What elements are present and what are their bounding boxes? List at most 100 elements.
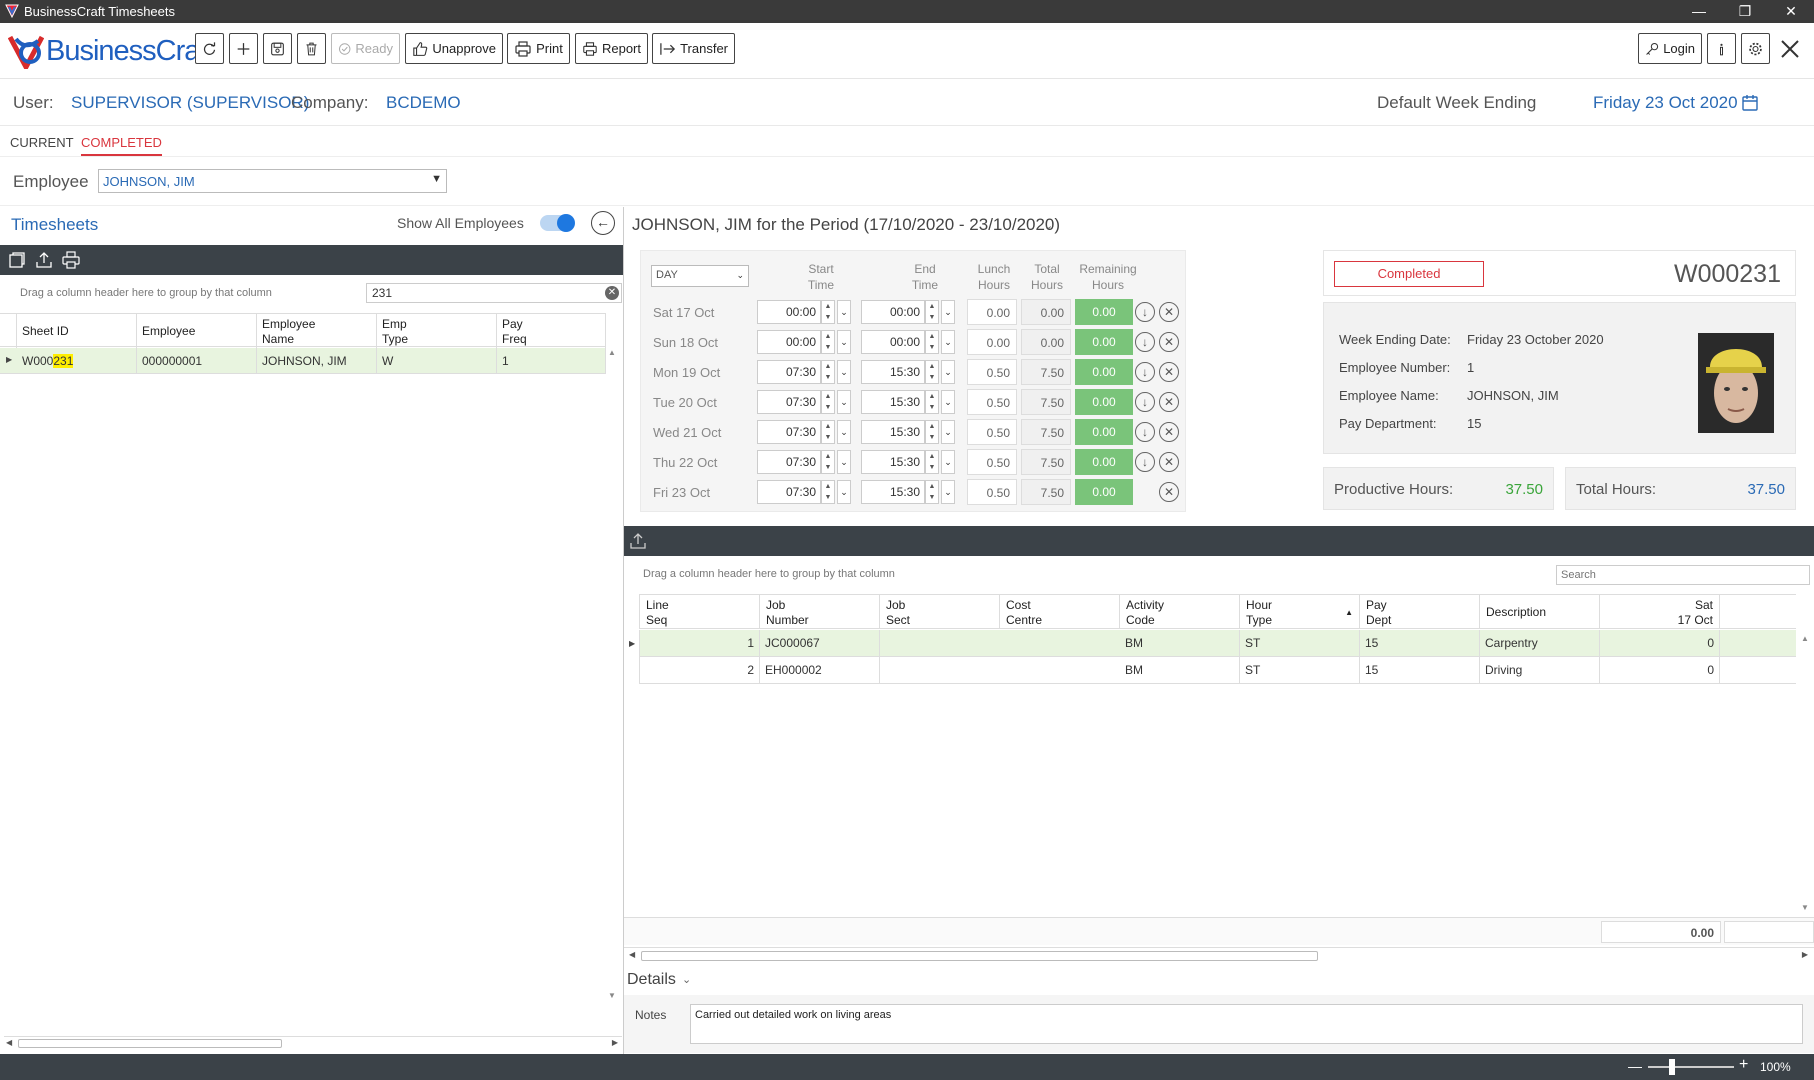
end-time-spinner[interactable]: ▲ ▼	[925, 480, 939, 504]
refresh-button[interactable]	[195, 33, 224, 64]
details-chevron-icon[interactable]: ⌄	[682, 973, 691, 986]
restore-icon[interactable]: ❐	[1722, 0, 1768, 23]
end-time-dropdown[interactable]: ⌄	[941, 300, 955, 324]
start-time-input[interactable]: 07:30	[757, 420, 821, 444]
col-job-number[interactable]: Job Number	[760, 595, 880, 629]
report-button[interactable]: Report	[575, 33, 648, 64]
show-all-employees-toggle[interactable]	[540, 214, 575, 232]
end-time-input[interactable]: 15:30	[861, 420, 925, 444]
col-job-sect[interactable]: Job Sect	[880, 595, 1000, 629]
copy-down-icon[interactable]: ↓	[1135, 362, 1155, 382]
start-time-dropdown[interactable]: ⌄	[837, 420, 851, 444]
lines-search-input[interactable]	[1556, 565, 1810, 585]
start-time-dropdown[interactable]: ⌄	[837, 300, 851, 324]
col-sat-17-oct[interactable]: Sat 17 Oct	[1600, 595, 1720, 629]
end-time-input[interactable]: 15:30	[861, 480, 925, 504]
col-sheet-id[interactable]: Sheet ID	[17, 314, 137, 348]
col-description[interactable]: Description	[1480, 595, 1600, 629]
end-time-dropdown[interactable]: ⌄	[941, 450, 955, 474]
horizontal-scrollbar[interactable]: ◀ ▶	[4, 1036, 622, 1050]
week-ending-value[interactable]: Friday 23 Oct 2020	[1593, 93, 1738, 113]
start-time-input[interactable]: 00:00	[757, 330, 821, 354]
lunch-hours-value[interactable]: 0.50	[967, 449, 1017, 475]
clear-day-icon[interactable]: ✕	[1159, 452, 1179, 472]
end-time-spinner[interactable]: ▲ ▼	[925, 390, 939, 414]
start-time-dropdown[interactable]: ⌄	[837, 360, 851, 384]
end-time-spinner[interactable]: ▲ ▼	[925, 420, 939, 444]
lines-horizontal-scrollbar[interactable]: ◀ ▶	[624, 947, 1814, 963]
zoom-in-icon[interactable]: +	[1739, 1056, 1748, 1074]
details-title[interactable]: Details	[627, 971, 676, 989]
collapse-panel-button[interactable]: ←	[591, 211, 615, 235]
tab-completed[interactable]: COMPLETED	[81, 135, 162, 156]
close-app-button[interactable]	[1778, 37, 1806, 63]
copy-down-icon[interactable]: ↓	[1135, 422, 1155, 442]
clear-day-icon[interactable]: ✕	[1159, 302, 1179, 322]
col-pay-dept[interactable]: Pay Dept	[1360, 595, 1480, 629]
start-time-spinner[interactable]: ▲ ▼	[821, 480, 835, 504]
print-button[interactable]: Print	[507, 33, 570, 64]
employee-select[interactable]: JOHNSON, JIM ▼	[98, 169, 447, 193]
table-row[interactable]: 1 JC000067 BM ST 15 Carpentry 0	[639, 630, 1796, 657]
close-window-icon[interactable]: ✕	[1768, 0, 1814, 23]
zoom-slider[interactable]	[1648, 1066, 1734, 1068]
copy-down-icon[interactable]: ↓	[1135, 302, 1155, 322]
calendar-icon[interactable]	[1741, 94, 1759, 112]
end-time-input[interactable]: 15:30	[861, 390, 925, 414]
end-time-input[interactable]: 00:00	[861, 330, 925, 354]
start-time-dropdown[interactable]: ⌄	[837, 330, 851, 354]
info-button[interactable]	[1707, 33, 1736, 64]
end-time-spinner[interactable]: ▲ ▼	[925, 330, 939, 354]
unapprove-button[interactable]: Unapprove	[405, 33, 503, 64]
save-button[interactable]	[263, 33, 292, 64]
end-time-input[interactable]: 00:00	[861, 300, 925, 324]
end-time-spinner[interactable]: ▲ ▼	[925, 450, 939, 474]
grid-print-icon[interactable]	[61, 250, 81, 270]
transfer-button[interactable]: Transfer	[652, 33, 735, 64]
start-time-spinner[interactable]: ▲ ▼	[821, 450, 835, 474]
col-employee-name[interactable]: Employee Name	[257, 314, 377, 348]
start-time-input[interactable]: 00:00	[757, 300, 821, 324]
start-time-dropdown[interactable]: ⌄	[837, 390, 851, 414]
copy-down-icon[interactable]: ↓	[1135, 452, 1155, 472]
vertical-scrollbar[interactable]: ▲ ▼	[606, 348, 618, 1000]
lines-scroll-up-icon[interactable]: ▲	[1801, 634, 1809, 643]
start-time-input[interactable]: 07:30	[757, 360, 821, 384]
start-time-input[interactable]: 07:30	[757, 450, 821, 474]
clear-day-icon[interactable]: ✕	[1159, 362, 1179, 382]
clear-day-icon[interactable]: ✕	[1159, 392, 1179, 412]
notes-textarea[interactable]: Carried out detailed work on living area…	[690, 1004, 1803, 1044]
clear-day-icon[interactable]: ✕	[1159, 332, 1179, 352]
col-hour-type[interactable]: Hour Type ▲	[1240, 595, 1360, 629]
period-title[interactable]: JOHNSON, JIM for the Period (17/10/2020 …	[632, 215, 1060, 235]
start-time-spinner[interactable]: ▲ ▼	[821, 300, 835, 324]
ready-button[interactable]: Ready	[331, 33, 400, 64]
col-employee[interactable]: Employee	[137, 314, 257, 348]
period-chevron-icon[interactable]: ⌄	[1044, 219, 1053, 232]
start-time-spinner[interactable]: ▲ ▼	[821, 330, 835, 354]
end-time-dropdown[interactable]: ⌄	[941, 360, 955, 384]
col-line-seq[interactable]: Line Seq	[640, 595, 760, 629]
lines-export-icon[interactable]	[628, 531, 648, 551]
zoom-out-icon[interactable]: —	[1628, 1058, 1642, 1074]
clear-day-icon[interactable]: ✕	[1159, 422, 1179, 442]
lunch-hours-value[interactable]: 0.50	[967, 359, 1017, 385]
delete-button[interactable]	[297, 33, 326, 64]
start-time-spinner[interactable]: ▲ ▼	[821, 360, 835, 384]
start-time-dropdown[interactable]: ⌄	[837, 450, 851, 474]
timesheets-search-input[interactable]: 231 ✕	[366, 283, 622, 303]
start-time-spinner[interactable]: ▲ ▼	[821, 390, 835, 414]
end-time-input[interactable]: 15:30	[861, 450, 925, 474]
lunch-hours-value[interactable]: 0.00	[967, 299, 1017, 325]
end-time-dropdown[interactable]: ⌄	[941, 420, 955, 444]
lines-scroll-down-icon[interactable]: ▼	[1801, 903, 1809, 912]
copy-down-icon[interactable]: ↓	[1135, 392, 1155, 412]
settings-button[interactable]	[1741, 33, 1770, 64]
start-time-input[interactable]: 07:30	[757, 390, 821, 414]
tab-current[interactable]: CURRENT	[10, 135, 74, 150]
minimize-icon[interactable]: —	[1676, 0, 1722, 23]
period-mode-select[interactable]: DAY ⌄	[651, 265, 749, 287]
col-emp-type[interactable]: Emp Type	[377, 314, 497, 348]
clear-search-icon[interactable]: ✕	[605, 286, 619, 300]
table-row[interactable]: ▶ W000231 000000001 JOHNSON, JIM W 1	[0, 348, 606, 374]
